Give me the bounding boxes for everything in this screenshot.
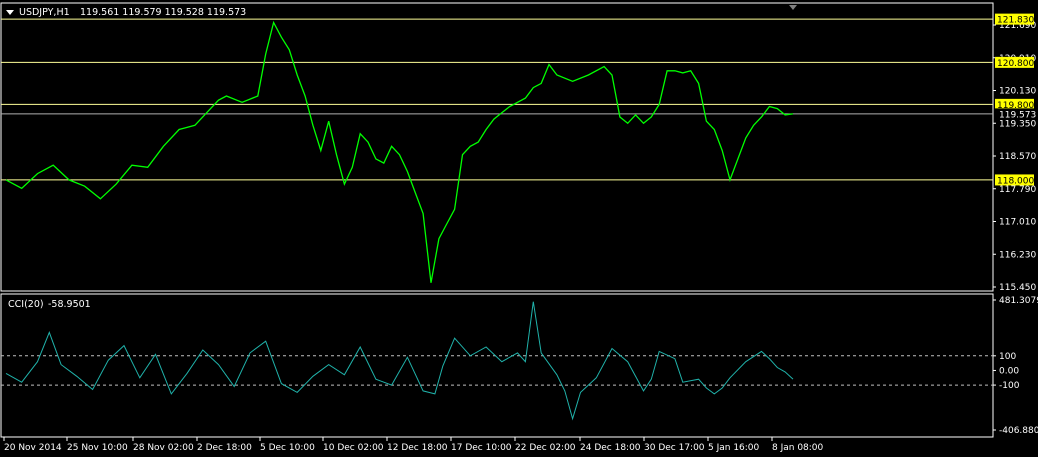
time-tick-label: 20 Nov 2014 xyxy=(4,443,62,453)
price-series-line xyxy=(5,20,794,283)
time-tick-label: 22 Dec 02:00 xyxy=(515,443,576,453)
time-tick-label: 5 Dec 10:00 xyxy=(260,443,315,453)
price-tick-label: 115.450 xyxy=(999,283,1036,293)
cci-title: CCI(20) xyxy=(8,299,44,310)
level-price-tag-label: 118.000 xyxy=(997,176,1034,186)
cci-tick-label: -100 xyxy=(999,381,1020,391)
price-tick-label: 116.230 xyxy=(999,250,1036,260)
time-tick-label: 5 Jan 16:00 xyxy=(708,443,760,453)
cci-series-line xyxy=(5,301,794,421)
current-price-tag-label: 119.573 xyxy=(999,110,1036,120)
cci-tick-label: -406.8805 xyxy=(999,426,1038,436)
level-price-tag-label: 121.830 xyxy=(997,16,1034,26)
price-tick-label: 119.350 xyxy=(999,119,1036,129)
cci-panel-frame xyxy=(0,293,994,438)
time-tick-label: 28 Nov 02:00 xyxy=(133,443,194,453)
symbol-timeframe: USDJPY,H1 xyxy=(19,7,70,18)
price-tick-label: 118.570 xyxy=(999,152,1036,162)
time-tick-label: 2 Dec 18:00 xyxy=(197,443,252,453)
time-tick-label: 8 Jan 08:00 xyxy=(772,443,824,453)
time-tick-label: 30 Dec 17:00 xyxy=(644,443,705,453)
price-panel-frame xyxy=(0,2,994,292)
triangle-down-icon[interactable] xyxy=(6,10,14,15)
cci-tick-label: 0.00 xyxy=(999,366,1019,376)
time-tick-label: 17 Dec 10:00 xyxy=(451,443,512,453)
cci-tick-label: 481.3079 xyxy=(999,296,1038,306)
ohlc-values: 119.561 119.579 119.528 119.573 xyxy=(80,7,246,18)
price-tick-label: 120.130 xyxy=(999,87,1036,97)
time-tick-label: 12 Dec 18:00 xyxy=(387,443,448,453)
time-tick-label: 25 Nov 10:00 xyxy=(67,443,128,453)
time-tick-label: 24 Dec 18:00 xyxy=(580,443,641,453)
price-tick-label: 117.010 xyxy=(999,218,1036,228)
time-tick-label: 10 Dec 02:00 xyxy=(323,443,384,453)
level-price-tag-label: 120.800 xyxy=(997,59,1034,69)
cci-value: -58.9501 xyxy=(48,299,91,310)
chart-shift-marker xyxy=(789,5,797,10)
chart-canvas[interactable]: USDJPY,H1 119.561 119.579 119.528 119.57… xyxy=(0,0,1038,457)
cci-tick-label: 100 xyxy=(999,352,1016,362)
